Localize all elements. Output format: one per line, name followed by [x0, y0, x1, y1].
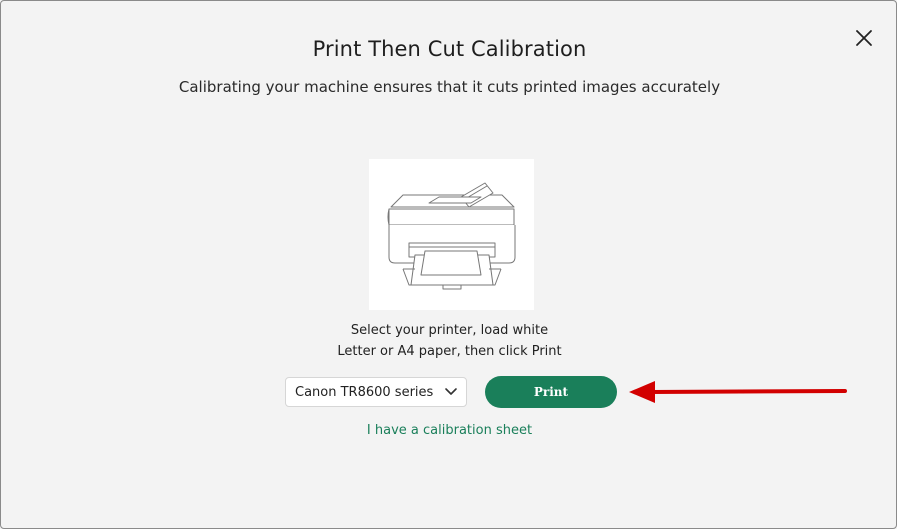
chevron-down-icon	[445, 388, 457, 395]
red-arrow-annotation	[629, 381, 847, 403]
instructions-line-2: Letter or A4 paper, then click Print	[337, 344, 562, 359]
printer-select[interactable]: Canon TR8600 series	[285, 377, 467, 407]
printer-illustration	[387, 182, 516, 290]
printer-illustration-card	[369, 159, 534, 310]
print-then-cut-calibration-dialog: Print Then Cut Calibration Calibrating y…	[0, 0, 897, 529]
calibration-sheet-link[interactable]: I have a calibration sheet	[1, 423, 896, 438]
dialog-subtitle: Calibrating your machine ensures that it…	[178, 78, 721, 96]
printer-select-value: Canon TR8600 series	[295, 385, 434, 400]
instructions: Select your printer, load white Letter o…	[1, 320, 896, 362]
print-button[interactable]: Print	[485, 376, 617, 408]
instructions-line-1: Select your printer, load white	[350, 323, 549, 338]
dialog-title: Print Then Cut Calibration	[312, 37, 587, 61]
